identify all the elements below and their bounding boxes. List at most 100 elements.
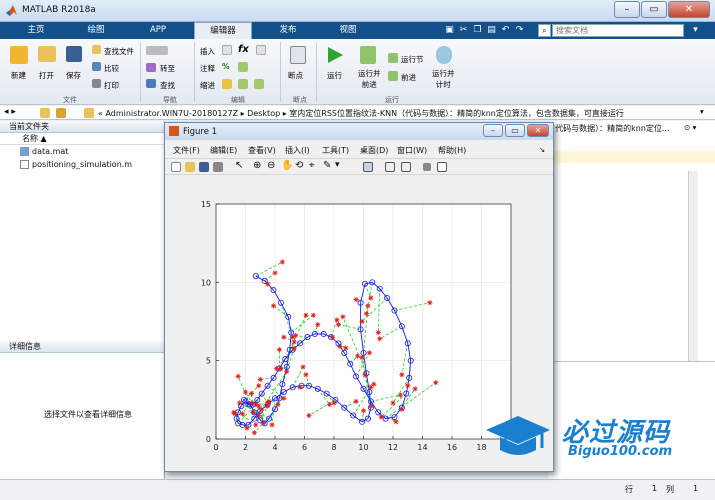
save-small-icon[interactable]: ▣: [444, 24, 455, 36]
rotate-3d-icon[interactable]: ⟲: [295, 160, 303, 171]
tab-apps[interactable]: APP: [136, 22, 180, 39]
menu-window[interactable]: 窗口(W): [397, 145, 427, 156]
smart-indent-icon[interactable]: [238, 79, 248, 89]
link-plot-icon[interactable]: [363, 162, 373, 172]
undo-icon[interactable]: ↶: [500, 24, 511, 36]
run-icon[interactable]: [326, 46, 344, 64]
print-button[interactable]: 打印: [104, 80, 119, 91]
breakpoints-button[interactable]: 断点: [288, 70, 303, 81]
name-column-header[interactable]: 名称 ▲: [0, 133, 164, 145]
divider: [194, 42, 195, 102]
tab-publish[interactable]: 发布: [266, 22, 310, 39]
tab-view[interactable]: 视图: [326, 22, 370, 39]
menu-tools[interactable]: 工具(T): [322, 145, 349, 156]
tab-home[interactable]: 主页: [14, 22, 58, 39]
breakpoints-icon[interactable]: [290, 46, 306, 64]
brush-dropdown-icon[interactable]: ▾: [335, 160, 340, 170]
help-icon[interactable]: ▾: [690, 24, 701, 36]
redo-icon[interactable]: ↷: [514, 24, 525, 36]
legend-icon[interactable]: [401, 162, 411, 172]
run-section-button[interactable]: 运行节: [401, 54, 424, 65]
advance-button[interactable]: 前进: [401, 72, 416, 83]
open-file-icon[interactable]: [185, 162, 195, 172]
run-timer-icon[interactable]: [436, 46, 452, 64]
figure-close-button[interactable]: ✕: [527, 124, 549, 137]
minimize-button[interactable]: –: [614, 1, 640, 18]
find-button[interactable]: 查找: [160, 80, 175, 91]
menu-insert[interactable]: 插入(I): [285, 145, 310, 156]
fx-button[interactable]: fx: [238, 44, 249, 55]
menu-edit[interactable]: 编辑(E): [210, 145, 237, 156]
x-tick-label: 12: [388, 443, 398, 452]
pan-icon[interactable]: ✋: [281, 160, 293, 171]
back-arrow-icon[interactable]: ◂ ▸: [4, 107, 16, 117]
colorbar-icon[interactable]: [385, 162, 395, 172]
goto-button[interactable]: 转至: [160, 63, 175, 74]
new-button[interactable]: 新建: [11, 70, 26, 81]
save-button[interactable]: 保存: [66, 70, 81, 81]
pointer-icon[interactable]: ↖: [235, 160, 243, 171]
show-plot-tools-icon[interactable]: [437, 162, 447, 172]
figure-maximize-button[interactable]: ▭: [505, 124, 525, 137]
x-tick-label: 0: [213, 443, 218, 452]
comment-button[interactable]: 注释: [200, 63, 215, 74]
figure-minimize-button[interactable]: –: [483, 124, 503, 137]
find-files-icon: [92, 45, 101, 54]
figure-title: Figure 1: [183, 127, 218, 137]
path-dropdown-icon[interactable]: ▾: [700, 107, 704, 116]
find-files-button[interactable]: 查找文件: [104, 46, 134, 57]
menu-file[interactable]: 文件(F): [173, 145, 200, 156]
run-button[interactable]: 运行: [327, 70, 342, 81]
maximize-button[interactable]: ▭: [641, 1, 667, 18]
file-list-item[interactable]: data.mat: [0, 145, 164, 158]
file-list-item[interactable]: positioning_simulation.m: [0, 158, 164, 171]
new-icon[interactable]: [10, 46, 28, 64]
print-icon: [92, 79, 101, 88]
new-figure-icon[interactable]: [171, 162, 181, 172]
cut-icon[interactable]: ✂: [458, 24, 469, 36]
editor-close-icon[interactable]: ⊙ ▾: [684, 123, 696, 132]
comment-toggle-icon[interactable]: [238, 62, 248, 72]
tab-editor[interactable]: 编辑器: [194, 22, 252, 39]
estimated-position-point: [331, 400, 337, 406]
back-forward-icon[interactable]: [146, 46, 168, 55]
menu-desktop[interactable]: 桌面(D): [360, 145, 388, 156]
menu-dock-icon[interactable]: ↘: [539, 145, 545, 154]
tab-plots[interactable]: 绘图: [74, 22, 118, 39]
editor-tab[interactable]: (代码与数据）：精简的knn定位...: [552, 123, 682, 134]
insert-button[interactable]: 插入: [200, 46, 215, 57]
run-advance-button[interactable]: 运行并 前进: [358, 68, 381, 90]
current-path[interactable]: « Administrator.WIN7U-20180127Z ▸ Deskto…: [98, 108, 688, 119]
compare-button[interactable]: 比较: [104, 63, 119, 74]
folder-up-icon[interactable]: [40, 108, 50, 118]
format-icon[interactable]: [256, 45, 266, 55]
x-tick-label: 2: [243, 443, 248, 452]
indent-button[interactable]: 缩进: [200, 80, 215, 91]
data-cursor-icon[interactable]: ⌖: [309, 160, 315, 171]
search-icon[interactable]: ⌕: [538, 24, 551, 37]
close-button[interactable]: ✕: [668, 1, 710, 18]
zoom-in-icon[interactable]: ⊕: [253, 160, 261, 171]
browse-folder-icon[interactable]: [56, 108, 66, 118]
menu-help[interactable]: 帮助(H): [438, 145, 466, 156]
indent-icon[interactable]: [222, 79, 232, 89]
save-icon[interactable]: [66, 46, 82, 62]
editor-scrollbar[interactable]: [688, 171, 698, 361]
menu-view[interactable]: 查看(V): [248, 145, 276, 156]
divider: [140, 42, 141, 102]
paste-icon[interactable]: ▤: [486, 24, 497, 36]
zoom-out-icon[interactable]: ⊖: [267, 160, 275, 171]
run-time-button[interactable]: 运行并 计时: [432, 68, 455, 90]
search-input[interactable]: 搜索文档: [552, 24, 684, 37]
hide-plot-tools-icon[interactable]: [423, 163, 431, 171]
copy-icon[interactable]: ❐: [472, 24, 483, 36]
estimated-position-point: [326, 401, 333, 408]
open-button[interactable]: 打开: [39, 70, 54, 81]
brush-icon[interactable]: ✎: [323, 160, 331, 171]
percent-icon[interactable]: %: [222, 62, 230, 71]
run-advance-icon[interactable]: [360, 46, 376, 64]
open-icon[interactable]: [38, 46, 56, 62]
save-figure-icon[interactable]: [199, 162, 209, 172]
print-figure-icon[interactable]: [213, 162, 223, 172]
outdent-icon[interactable]: [254, 79, 264, 89]
